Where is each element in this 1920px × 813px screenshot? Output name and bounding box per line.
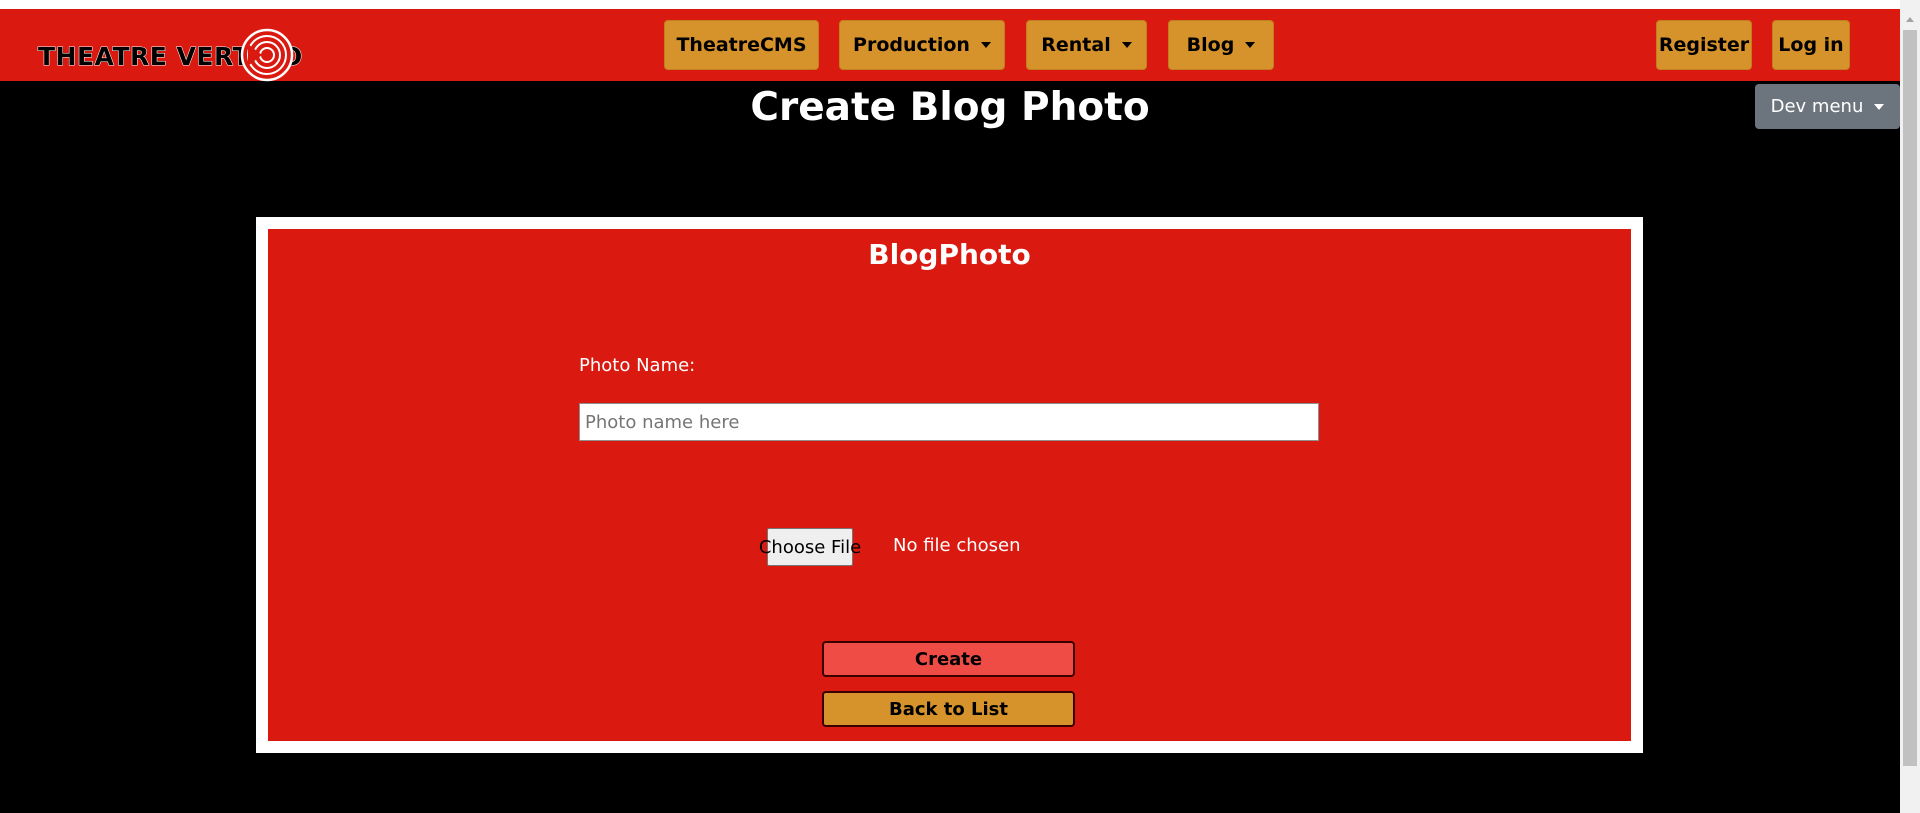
nav-rental-label: Rental: [1041, 34, 1111, 56]
nav-theatrecms[interactable]: TheatreCMS: [664, 20, 819, 70]
back-to-list-button[interactable]: Back to List: [822, 691, 1075, 727]
caret-down-icon: [1121, 42, 1132, 48]
register-button[interactable]: Register: [1656, 20, 1752, 70]
file-status-text: No file chosen: [893, 535, 1021, 556]
caret-down-icon: [1245, 42, 1256, 48]
nav-theatrecms-label: TheatreCMS: [676, 34, 807, 56]
nav-production-dropdown[interactable]: Production: [839, 20, 1005, 70]
photo-name-input[interactable]: [579, 403, 1319, 441]
nav-blog-dropdown[interactable]: Blog: [1168, 20, 1274, 70]
site-logo[interactable]: THEATRE VERTIGO: [38, 28, 303, 82]
browser-top-strip: [0, 0, 1900, 9]
register-label: Register: [1658, 34, 1750, 56]
caret-down-icon: [980, 42, 991, 48]
login-label: Log in: [1778, 34, 1844, 56]
nav-production-label: Production: [853, 34, 970, 56]
vertical-scrollbar[interactable]: [1900, 0, 1920, 813]
form-title: BlogPhoto: [868, 238, 1031, 271]
form-card: BlogPhoto Photo Name: Choose File No fil…: [268, 229, 1631, 741]
nav-rental-dropdown[interactable]: Rental: [1026, 20, 1147, 70]
logo-swirl-icon: [240, 28, 294, 82]
choose-file-button[interactable]: Choose File: [759, 528, 861, 566]
scrollbar-thumb[interactable]: [1903, 30, 1917, 766]
create-button[interactable]: Create: [822, 641, 1075, 677]
login-button[interactable]: Log in: [1772, 20, 1850, 70]
photo-name-label: Photo Name:: [579, 355, 696, 376]
nav-blog-label: Blog: [1186, 34, 1235, 56]
page-title: Create Blog Photo: [750, 85, 1150, 130]
scroll-up-arrow-icon[interactable]: [1906, 17, 1914, 22]
